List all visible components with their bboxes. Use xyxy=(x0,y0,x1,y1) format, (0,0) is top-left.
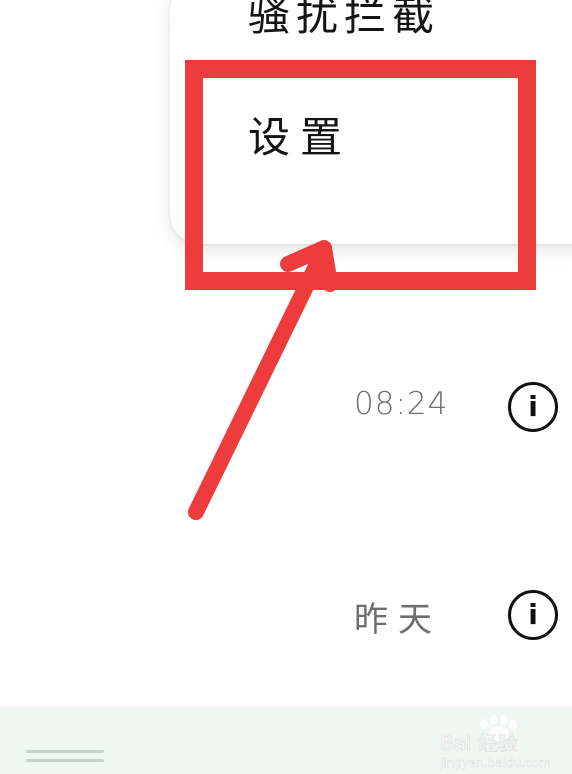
info-icon: i xyxy=(528,390,538,423)
bottom-bar xyxy=(0,706,572,774)
popup-menu: 骚扰拦截 设置 xyxy=(170,0,572,244)
menu-item-harassment-block[interactable]: 骚扰拦截 xyxy=(248,0,440,43)
row-time: 昨天 xyxy=(354,600,442,640)
drawer-handle[interactable] xyxy=(26,750,104,764)
menu-item-settings[interactable]: 设置 xyxy=(248,104,352,165)
info-icon: i xyxy=(528,598,538,631)
row-time: 08:24 xyxy=(354,386,449,422)
info-button[interactable]: i xyxy=(508,590,558,640)
info-button[interactable]: i xyxy=(508,382,558,432)
list-item[interactable]: 昨天 i xyxy=(0,560,572,670)
list-item[interactable]: 08:24 i xyxy=(0,352,572,462)
